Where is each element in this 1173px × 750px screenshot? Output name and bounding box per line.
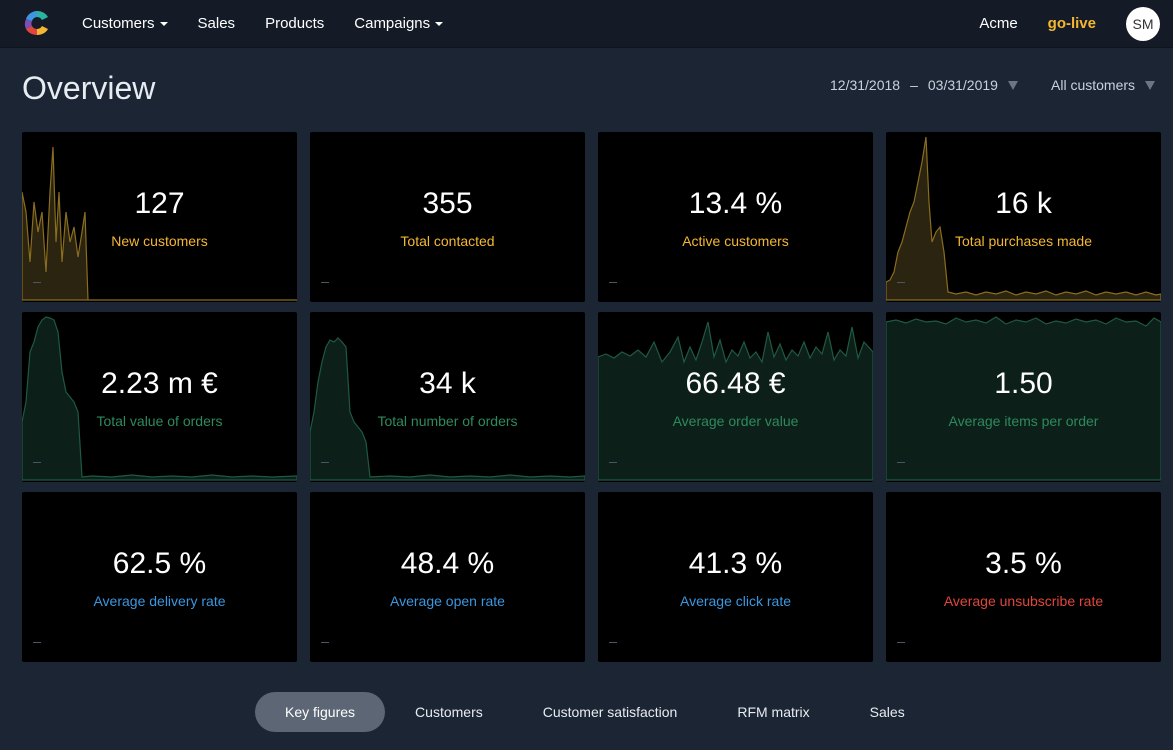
- dropdown-arrow-icon: [1007, 80, 1018, 90]
- top-navigation-bar: Customers Sales Products Campaigns Acme …: [0, 0, 1173, 48]
- kpi-label: Total value of orders: [96, 413, 223, 429]
- kpi-card-click-rate[interactable]: 41.3 % Average click rate: [598, 492, 873, 662]
- customer-filter[interactable]: All customers: [1051, 77, 1156, 93]
- kpi-value: 41.3 %: [688, 547, 783, 580]
- kpi-value: 3.5 %: [985, 547, 1062, 580]
- tab-key-figures[interactable]: Key figures: [255, 692, 386, 732]
- kpi-value: 355: [422, 187, 473, 220]
- kpi-value: 13.4 %: [688, 187, 783, 220]
- nav-sales[interactable]: Sales: [183, 0, 251, 47]
- kpi-label: Average click rate: [679, 593, 791, 609]
- card-dash: [321, 642, 329, 643]
- kpi-label: Average unsubscribe rate: [943, 593, 1104, 609]
- avatar[interactable]: SM: [1126, 6, 1160, 41]
- dropdown-arrow-icon: [1145, 80, 1156, 90]
- customer-filter-label: All customers: [1051, 77, 1136, 93]
- card-dash: [33, 462, 41, 463]
- kpi-value: 2.23 m €: [101, 367, 218, 400]
- kpi-value: 127: [134, 187, 185, 220]
- kpi-card-unsubscribe-rate[interactable]: 3.5 % Average unsubscribe rate: [886, 492, 1161, 662]
- kpi-card-new-customers[interactable]: 127 New customers: [22, 132, 297, 302]
- kpi-label: New customers: [111, 233, 208, 249]
- kpi-card-average-items[interactable]: 1.50 Average items per order: [886, 312, 1161, 482]
- tab-customer-satisfaction[interactable]: Customer satisfaction: [513, 692, 708, 732]
- page-title: Overview: [22, 70, 156, 106]
- kpi-value: 1.50: [994, 367, 1053, 400]
- section-tabs: Key figures Customers Customer satisfact…: [255, 692, 935, 732]
- card-dash: [321, 282, 329, 283]
- nav-customers[interactable]: Customers: [67, 0, 183, 47]
- card-dash: [33, 282, 41, 283]
- card-dash: [897, 462, 905, 463]
- kpi-value: 16 k: [995, 187, 1052, 220]
- date-from: 12/31/2018: [830, 77, 901, 93]
- kpi-card-active-customers[interactable]: 13.4 % Active customers: [598, 132, 873, 302]
- kpi-value: 66.48 €: [685, 367, 786, 400]
- kpi-label: Total contacted: [400, 233, 495, 249]
- kpi-label: Average open rate: [390, 593, 505, 609]
- nav-sales-label: Sales: [197, 15, 236, 32]
- kpi-card-total-number-orders[interactable]: 34 k Total number of orders: [310, 312, 585, 482]
- nav-campaigns-label: Campaigns: [354, 15, 431, 32]
- kpi-card-delivery-rate[interactable]: 62.5 % Average delivery rate: [22, 492, 297, 662]
- date-to: 03/31/2019: [927, 77, 998, 93]
- date-range-filter[interactable]: 12/31/2018 – 03/31/2019: [830, 77, 1018, 93]
- kpi-value: 34 k: [419, 367, 476, 400]
- kpi-label: Total purchases made: [955, 233, 1092, 249]
- kpi-label: Average delivery rate: [93, 593, 226, 609]
- date-separator: –: [910, 77, 918, 93]
- kpi-label: Active customers: [682, 233, 789, 249]
- chevron-down-icon: [435, 21, 444, 26]
- card-dash: [33, 642, 41, 643]
- card-dash: [897, 642, 905, 643]
- nav-customers-label: Customers: [82, 15, 155, 32]
- nav-campaigns[interactable]: Campaigns: [339, 0, 458, 47]
- kpi-card-total-purchases[interactable]: 16 k Total purchases made: [886, 132, 1161, 302]
- card-dash: [609, 282, 617, 283]
- chevron-down-icon: [159, 21, 168, 26]
- kpi-label: Total number of orders: [377, 413, 518, 429]
- main-nav: Customers Sales Products Campaigns: [67, 0, 458, 47]
- kpi-card-average-order-value[interactable]: 66.48 € Average order value: [598, 312, 873, 482]
- tab-sales[interactable]: Sales: [840, 692, 935, 732]
- kpi-card-total-value-orders[interactable]: 2.23 m € Total value of orders: [22, 312, 297, 482]
- kpi-card-total-contacted[interactable]: 355 Total contacted: [310, 132, 585, 302]
- nav-products[interactable]: Products: [250, 0, 339, 47]
- app-logo-icon[interactable]: [22, 8, 52, 38]
- account-name[interactable]: Acme: [979, 15, 1017, 32]
- card-dash: [609, 642, 617, 643]
- tab-rfm-matrix[interactable]: RFM matrix: [707, 692, 839, 732]
- tab-customers[interactable]: Customers: [385, 692, 513, 732]
- nav-products-label: Products: [265, 15, 325, 32]
- kpi-card-open-rate[interactable]: 48.4 % Average open rate: [310, 492, 585, 662]
- kpi-label: Average order value: [672, 413, 799, 429]
- kpi-label: Average items per order: [948, 413, 1099, 429]
- card-dash: [321, 462, 329, 463]
- go-live-link[interactable]: go-live: [1048, 15, 1096, 32]
- card-dash: [609, 462, 617, 463]
- account-area: Acme go-live SM: [979, 0, 1173, 47]
- card-dash: [897, 282, 905, 283]
- kpi-value: 62.5 %: [112, 547, 207, 580]
- kpi-value: 48.4 %: [400, 547, 495, 580]
